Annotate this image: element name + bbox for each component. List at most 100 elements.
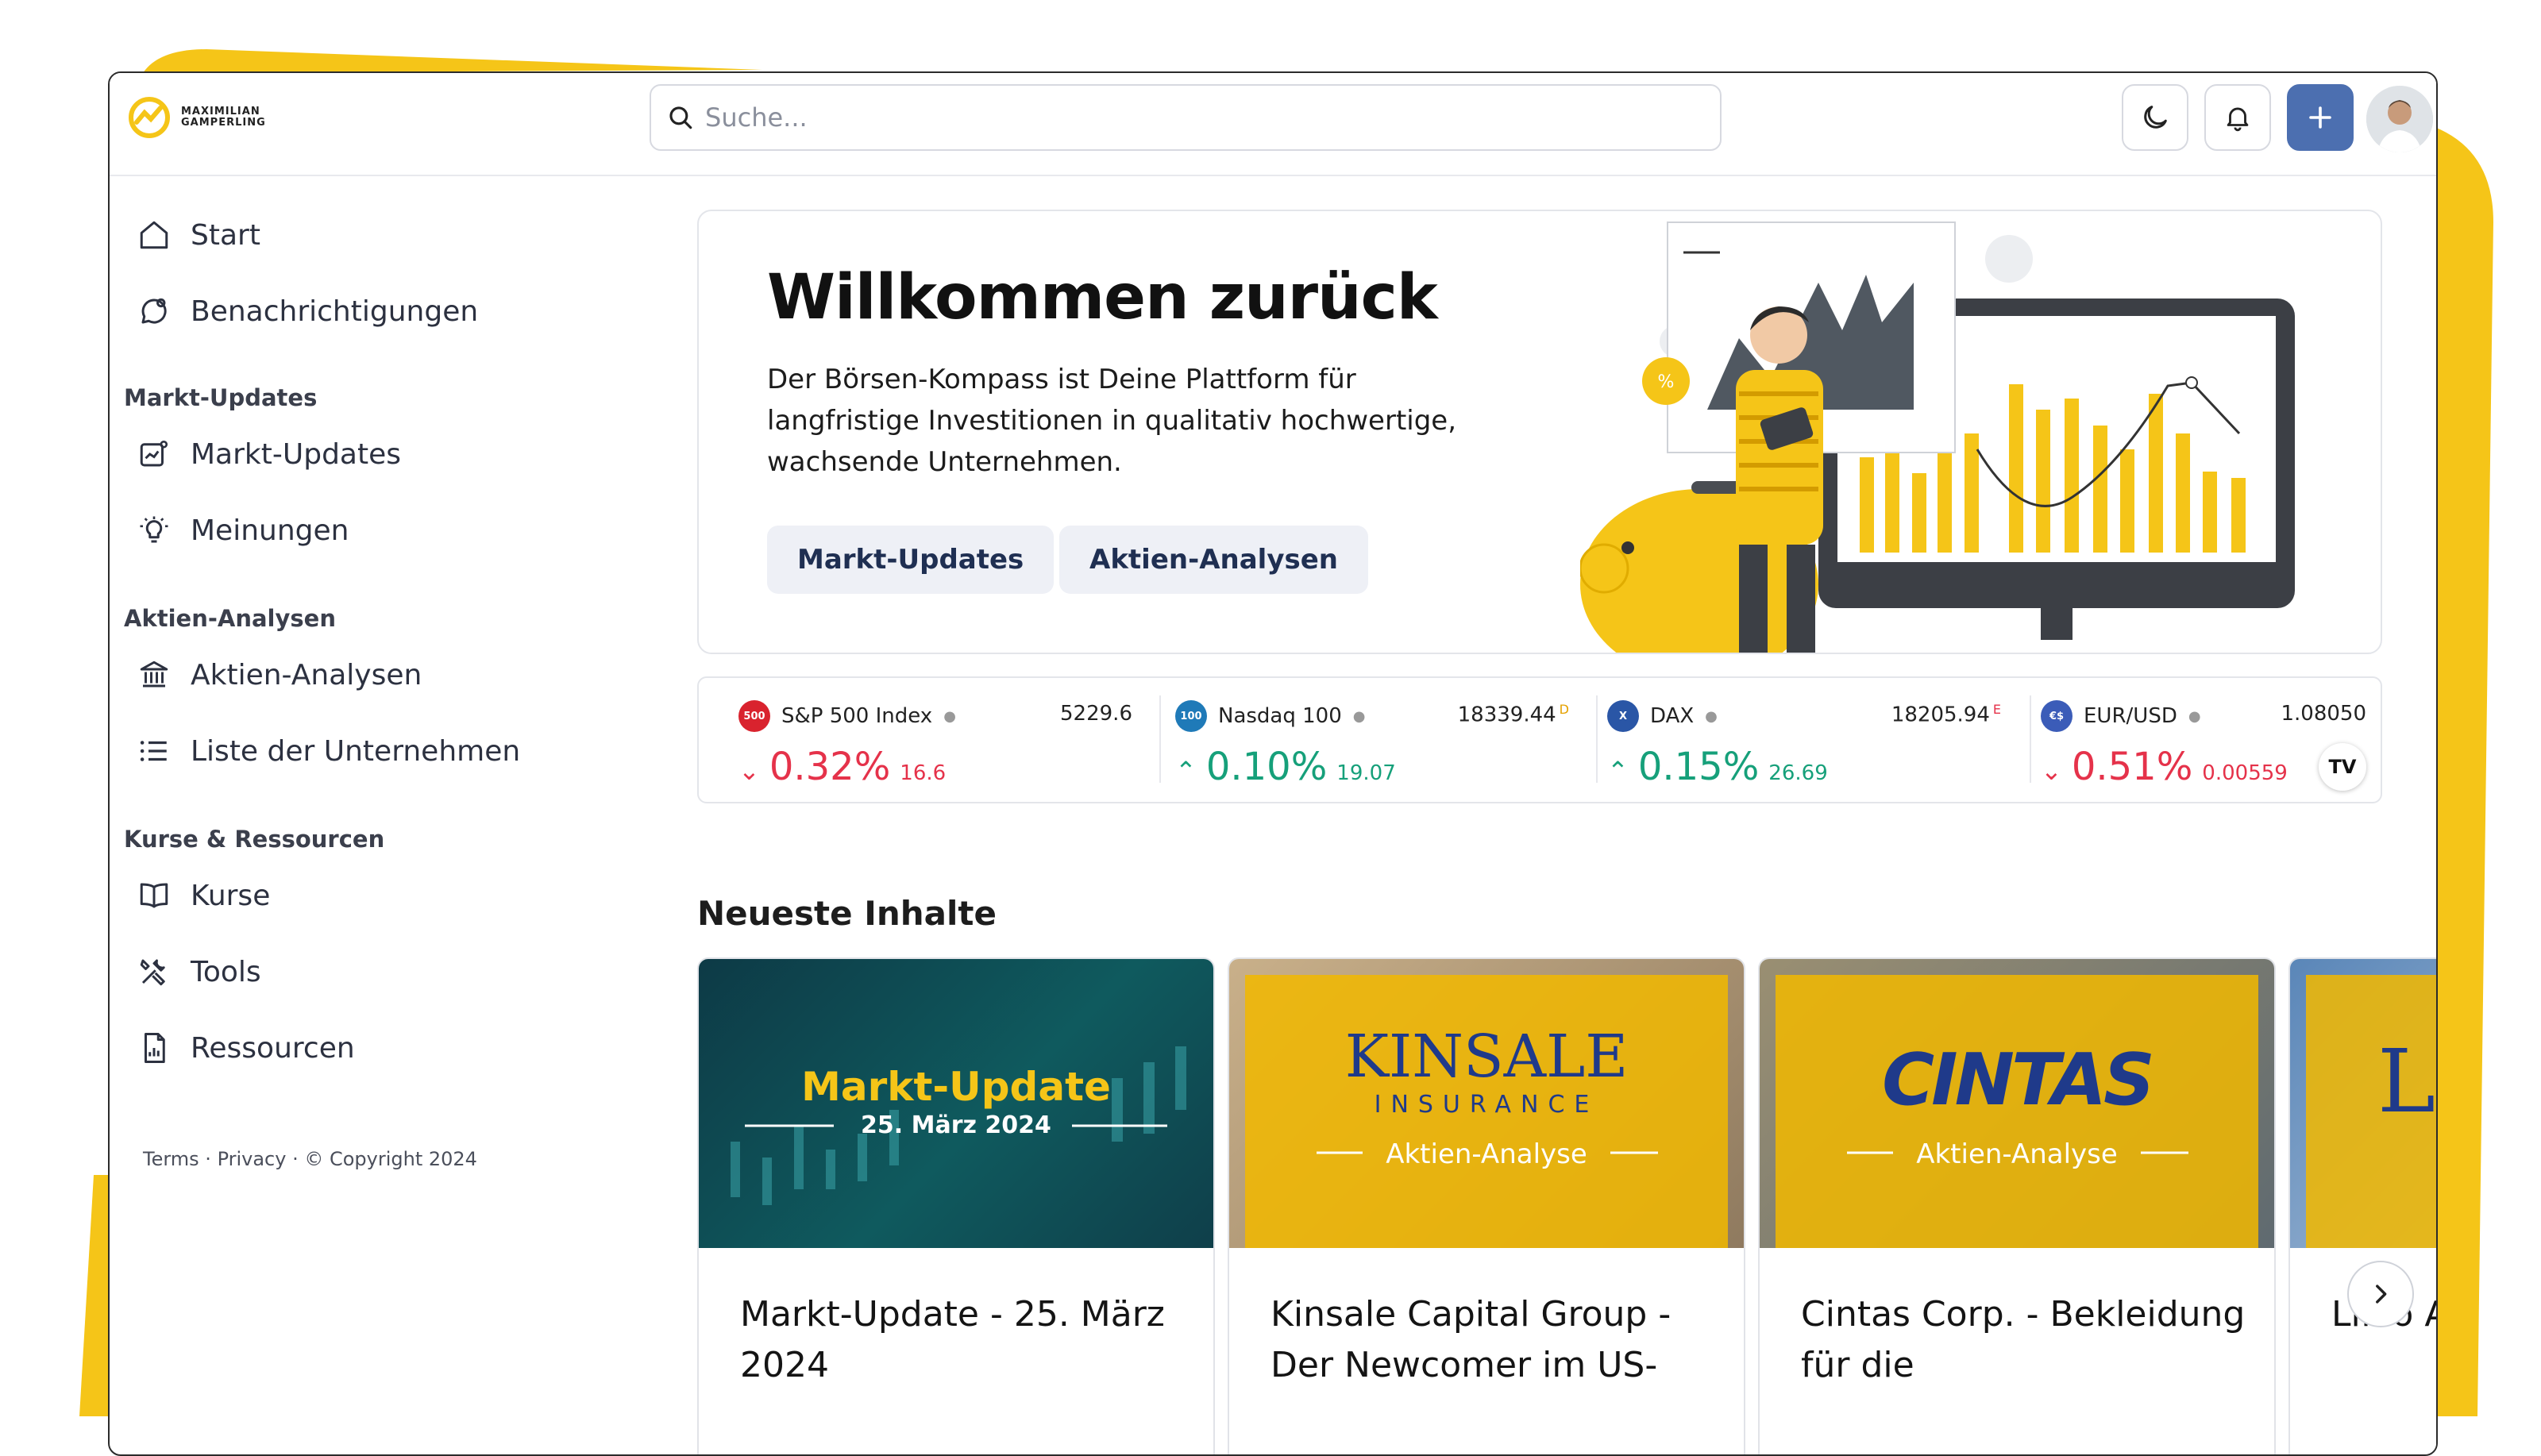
avatar[interactable] [2366,86,2433,152]
chevron-up-icon: ⌃ [1175,756,1197,786]
ticker-price: 18205.94 E [1891,702,2001,727]
card-thumbnail: Markt-Update 25. März 2024 [699,959,1213,1248]
tag-lines [1317,1151,1658,1154]
notifications-button[interactable] [2204,84,2271,151]
bank-icon [137,657,172,692]
ticker-change-pct: 0.15% [1637,745,1760,789]
sidebar-item-start[interactable]: Start [137,218,260,252]
ticker-divider [1596,695,1598,783]
carousel-next-button[interactable] [2347,1261,2414,1327]
ticker-item-eurusd[interactable]: €$ EUR/USD ● 1.08050 ⌄ 0.51% 0.00559 [2033,697,2366,792]
user-photo [2366,86,2433,152]
plus-icon [2309,106,2331,129]
content-card[interactable]: CINTAS Aktien-Analyse Cintas Corp. - Bek… [1758,957,2276,1454]
ticker-change-pct: 0.32% [769,745,891,789]
footer-links[interactable]: Terms · Privacy · © Copyright 2024 [143,1148,477,1170]
card-title: Markt-Update - 25. März 2024 [740,1294,1165,1385]
welcome-title: Willkommen zurück [767,262,1438,333]
dax-badge: X [1607,700,1639,732]
logo-line2: GAMPERLING [181,117,266,129]
welcome-subtitle: Der Börsen-Kompass ist Deine Plattform f… [767,364,1457,478]
status-dot-icon: ● [1705,707,1718,725]
ticker-change-abs: 26.69 [1768,761,1828,785]
sidebar-item-label: Kurse [191,879,271,912]
welcome-illustration: % [1580,221,2295,653]
welcome-banner: Willkommen zurück Der Börsen-Kompass ist… [697,210,2382,654]
sidebar-item-label: Benachrichtigungen [191,295,479,328]
home-icon [137,218,172,252]
content-card[interactable]: Markt-Update 25. März 2024 Markt-Update … [697,957,1215,1454]
ticker-change-pct: 0.10% [1205,745,1328,789]
section-title-aktien-analysen: Aktien-Analysen [124,605,336,632]
chevron-right-icon [2376,1285,2387,1304]
search-icon [669,106,692,129]
ticker-item-dax[interactable]: X DAX ● 18205.94 E ⌃ 0.15% 26.69 [1599,697,2012,792]
sidebar-item-companies[interactable]: Liste der Unternehmen [137,734,520,768]
search-placeholder: Suche... [705,102,808,133]
ticker-name: Nasdaq 100 [1218,704,1342,728]
ticker-change-pct: 0.51% [2071,745,2193,789]
list-icon [137,734,172,768]
moon-icon [2144,106,2167,129]
sidebar-item-label: Start [191,218,260,252]
dark-mode-button[interactable] [2122,84,2188,151]
status-dot-icon: ● [943,707,956,725]
sidebar-item-meinungen[interactable]: Meinungen [137,513,349,548]
ticker-change-abs: 19.07 [1336,761,1396,785]
brand-logo[interactable]: MAXIMILIAN GAMPERLING [127,95,266,140]
card-tag: Aktien-Analyse [1386,1138,1587,1170]
status-dot-icon: ● [1352,707,1366,725]
top-bar: MAXIMILIAN GAMPERLING Suche... [110,73,2436,176]
ticker-change-abs: 16.6 [900,761,947,785]
sidebar-item-label: Liste der Unternehmen [191,734,521,768]
tradingview-logo-icon[interactable]: TV [2319,743,2366,791]
chevron-down-icon: ⌄ [2041,756,2062,786]
lifco-logo: L [2377,1030,2436,1132]
create-button[interactable] [2287,84,2354,151]
sidebar-item-kurse[interactable]: Kurse [137,878,270,913]
card-thumbnail-title: Markt-Update [801,1064,1111,1110]
search-input[interactable]: Suche... [650,84,1722,151]
sp500-badge: 500 [738,700,770,732]
section-title-kurse-ressourcen: Kurse & Ressourcen [124,826,385,853]
sidebar-item-label: Meinungen [191,514,349,547]
card-thumbnail: L [2290,959,2436,1248]
sidebar-item-notifications[interactable]: Benachrichtigungen [137,294,478,329]
ticker-change-abs: 0.00559 [2202,761,2288,785]
chat-bell-icon [137,294,172,329]
markt-updates-button[interactable]: Markt-Updates [767,526,1055,594]
sidebar-item-label: Ressourcen [191,1031,355,1065]
card-tag: Aktien-Analyse [1916,1138,2118,1170]
aktien-analysen-button[interactable]: Aktien-Analysen [1059,526,1368,594]
chart-update-icon [137,437,172,472]
app-window: MAXIMILIAN GAMPERLING Suche... Start Ben… [108,71,2438,1456]
sidebar-item-aktien-analysen[interactable]: Aktien-Analysen [137,657,422,692]
ticker-item-nasdaq[interactable]: 100 Nasdaq 100 ● 18339.44 D ⌃ 0.10% 19.07 [1167,697,1580,792]
ticker-item-sp500[interactable]: 500 S&P 500 Index ● 5229.6 ⌄ 0.32% 16.6 [731,697,1143,792]
sidebar-item-tools[interactable]: Tools [137,954,261,989]
file-chart-icon [137,1030,172,1065]
card-thumbnail: KINSALE INSURANCE Aktien-Analyse [1229,959,1744,1248]
svg-text:%: % [1658,372,1675,392]
card-title: Kinsale Capital Group - Der Newcomer im … [1270,1294,1672,1385]
ticker-price: 5229.6 [1060,702,1132,726]
logo-line1: MAXIMILIAN [181,106,260,117]
ticker-divider [2030,695,2031,783]
ticker-divider [1159,695,1161,783]
card-thumbnail: CINTAS Aktien-Analyse [1760,959,2274,1248]
book-icon [137,878,172,913]
logo-mark-icon [129,97,170,138]
ticker-name: DAX [1650,704,1695,728]
nasdaq-badge: 100 [1175,700,1207,732]
card-thumbnail-date: 25. März 2024 [861,1111,1051,1139]
ticker-name: S&P 500 Index [781,704,933,728]
sidebar-item-ressourcen[interactable]: Ressourcen [137,1030,355,1065]
content-card[interactable]: KINSALE INSURANCE Aktien-Analyse Kinsale… [1228,957,1745,1454]
chevron-up-icon: ⌃ [1607,756,1629,786]
sidebar-item-markt-updates[interactable]: Markt-Updates [137,437,401,472]
section-title-markt-updates: Markt-Updates [124,384,318,411]
sidebar-item-label: Aktien-Analysen [191,658,422,691]
content-card[interactable]: L Lifco A Serien [2288,957,2436,1454]
tools-icon [137,954,172,989]
sidebar-item-label: Tools [191,955,261,988]
